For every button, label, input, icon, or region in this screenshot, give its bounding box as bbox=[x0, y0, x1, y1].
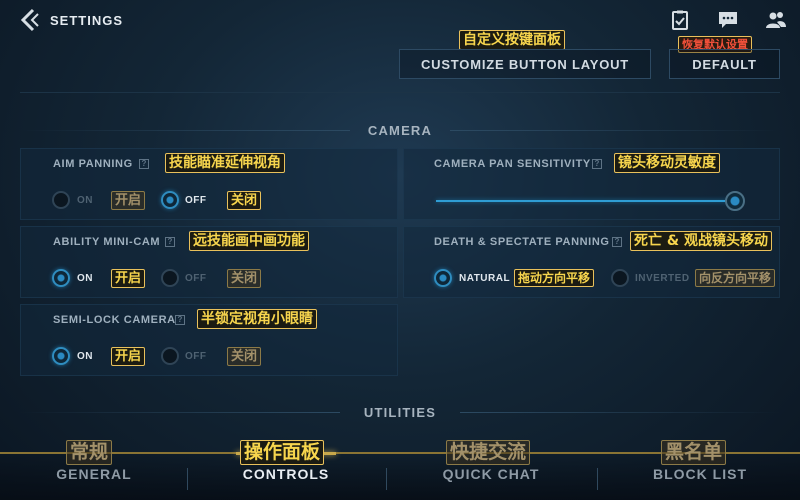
friends-icon[interactable] bbox=[765, 10, 787, 30]
semi-lock-off-radio[interactable] bbox=[161, 347, 179, 365]
ability-minicam-label: ABILITY MINI-CAM bbox=[53, 236, 161, 248]
death-spectate-inverted-callout: 向反方向平移 bbox=[695, 269, 776, 287]
aim-panning-callout: 技能瞄准延伸视角 bbox=[165, 153, 285, 173]
aim-panning-label: AIM PANNING bbox=[53, 158, 133, 170]
tab-controls[interactable]: CONTROLS bbox=[232, 466, 340, 482]
back-chevron-icon[interactable] bbox=[18, 8, 42, 32]
ability-minicam-on-radio[interactable] bbox=[52, 269, 70, 287]
tab-controls-callout: 操作面板 bbox=[240, 440, 325, 465]
help-icon[interactable]: ? bbox=[165, 237, 175, 247]
pan-sensitivity-label: CAMERA PAN SENSITIVITY bbox=[434, 158, 591, 170]
tab-separator bbox=[597, 468, 598, 490]
page-title: SETTINGS bbox=[50, 13, 124, 28]
help-icon[interactable]: ? bbox=[139, 159, 149, 169]
ability-minicam-off-callout: 关闭 bbox=[227, 269, 262, 288]
default-button[interactable]: DEFAULT bbox=[669, 49, 780, 79]
customize-callout: 自定义按键面板 bbox=[459, 30, 565, 50]
pan-sensitivity-slider-track[interactable] bbox=[436, 200, 736, 202]
aim-panning-off-label: OFF bbox=[185, 195, 207, 206]
death-spectate-callout: 死亡 & 观战镜头移动 bbox=[630, 231, 772, 251]
aim-panning-on-label: ON bbox=[77, 195, 93, 206]
section-divider bbox=[450, 130, 780, 131]
tab-quick-chat[interactable]: QUICK CHAT bbox=[432, 466, 550, 482]
semi-lock-on-radio[interactable] bbox=[52, 347, 70, 365]
top-bar: SETTINGS bbox=[0, 0, 800, 40]
ability-minicam-on-label: ON bbox=[77, 273, 93, 284]
utilities-section-header: UTILITIES bbox=[20, 402, 780, 422]
tab-general[interactable]: GENERAL bbox=[40, 466, 148, 482]
semi-lock-on-label: ON bbox=[77, 351, 93, 362]
tab-separator bbox=[187, 468, 188, 490]
pan-sensitivity-slider-thumb[interactable] bbox=[725, 191, 745, 211]
chat-bubble-icon[interactable] bbox=[717, 10, 739, 30]
death-spectate-natural-label: NATURAL bbox=[459, 273, 511, 284]
ability-minicam-off-radio[interactable] bbox=[161, 269, 179, 287]
aim-panning-off-callout: 关闭 bbox=[227, 191, 262, 210]
pan-sensitivity-callout: 镜头移动灵敏度 bbox=[614, 153, 720, 173]
aim-panning-on-callout: 开启 bbox=[111, 191, 146, 210]
semi-lock-off-callout: 关闭 bbox=[227, 347, 262, 366]
ability-minicam-on-callout: 开启 bbox=[111, 269, 146, 288]
help-icon[interactable]: ? bbox=[175, 315, 185, 325]
ability-minicam-callout: 远技能画中画功能 bbox=[189, 231, 309, 251]
section-divider bbox=[460, 412, 780, 413]
tab-block-list-callout: 黑名单 bbox=[661, 440, 727, 465]
ability-minicam-off-label: OFF bbox=[185, 273, 207, 284]
tab-block-list[interactable]: BLOCK LIST bbox=[646, 466, 754, 482]
header-divider bbox=[20, 92, 780, 93]
death-spectate-inverted-label: INVERTED bbox=[635, 273, 690, 284]
tab-separator bbox=[386, 468, 387, 490]
help-icon[interactable]: ? bbox=[612, 237, 622, 247]
semi-lock-label: SEMI-LOCK CAMERA bbox=[53, 314, 176, 326]
death-spectate-inverted-radio[interactable] bbox=[611, 269, 629, 287]
semi-lock-on-callout: 开启 bbox=[111, 347, 146, 366]
help-icon[interactable]: ? bbox=[592, 159, 602, 169]
aim-panning-off-radio[interactable] bbox=[161, 191, 179, 209]
camera-section-header: CAMERA bbox=[20, 120, 780, 140]
tab-quick-chat-callout: 快捷交流 bbox=[446, 440, 531, 465]
tab-general-callout: 常规 bbox=[66, 440, 113, 465]
death-spectate-label: DEATH & SPECTATE PANNING bbox=[434, 236, 610, 248]
semi-lock-off-label: OFF bbox=[185, 351, 207, 362]
aim-panning-on-radio[interactable] bbox=[52, 191, 70, 209]
death-spectate-natural-radio[interactable] bbox=[434, 269, 452, 287]
death-spectate-natural-callout: 拖动方向平移 bbox=[514, 269, 595, 287]
customize-button-layout-button[interactable]: CUSTOMIZE BUTTON LAYOUT bbox=[399, 49, 651, 79]
semi-lock-callout: 半锁定视角小眼睛 bbox=[197, 309, 317, 329]
clipboard-check-icon[interactable] bbox=[669, 10, 691, 30]
